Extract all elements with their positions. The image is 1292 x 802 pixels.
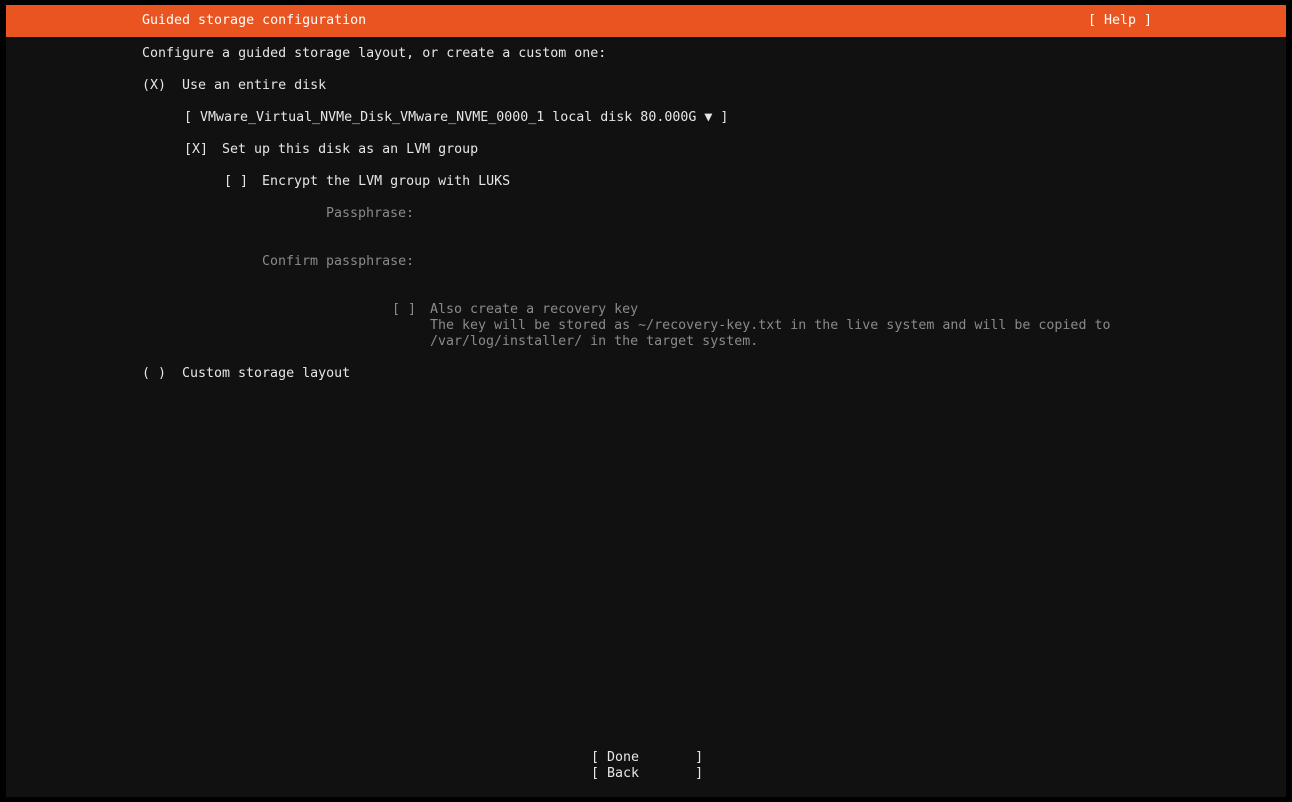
lvm-checkbox[interactable]: [X] bbox=[184, 142, 208, 158]
title-bar: Guided storage configuration [ Help ] bbox=[6, 5, 1286, 37]
intro-text: Configure a guided storage layout, or cr… bbox=[142, 46, 607, 61]
recovery-key-checkbox[interactable]: [ ] bbox=[392, 302, 416, 318]
entire-disk-radio[interactable]: (X) bbox=[142, 78, 166, 94]
page-title: Guided storage configuration bbox=[142, 13, 367, 28]
passphrase-label: Passphrase: bbox=[326, 206, 415, 221]
custom-layout-radio[interactable]: ( ) bbox=[142, 366, 166, 382]
back-button[interactable]: [ Back ] bbox=[591, 766, 703, 782]
encrypt-label[interactable]: Encrypt the LVM group with LUKS bbox=[262, 174, 510, 190]
help-button[interactable]: [ Help ] bbox=[1088, 13, 1152, 29]
recovery-key-label[interactable]: Also create a recovery key bbox=[430, 302, 638, 318]
entire-disk-label[interactable]: Use an entire disk bbox=[182, 78, 326, 94]
custom-layout-label[interactable]: Custom storage layout bbox=[182, 366, 350, 382]
confirm-passphrase-label: Confirm passphrase: bbox=[262, 254, 415, 269]
installer-screen: Guided storage configuration [ Help ] Co… bbox=[6, 5, 1286, 797]
lvm-label[interactable]: Set up this disk as an LVM group bbox=[222, 142, 478, 158]
recovery-key-help-line-1: The key will be stored as ~/recovery-key… bbox=[430, 318, 1111, 333]
encrypt-checkbox[interactable]: [ ] bbox=[224, 174, 248, 190]
disk-select-dropdown[interactable]: [ VMware_Virtual_NVMe_Disk_VMware_NVME_0… bbox=[184, 110, 728, 126]
done-button[interactable]: [ Done ] bbox=[591, 750, 703, 766]
recovery-key-help-line-2: /var/log/installer/ in the target system… bbox=[430, 334, 759, 349]
